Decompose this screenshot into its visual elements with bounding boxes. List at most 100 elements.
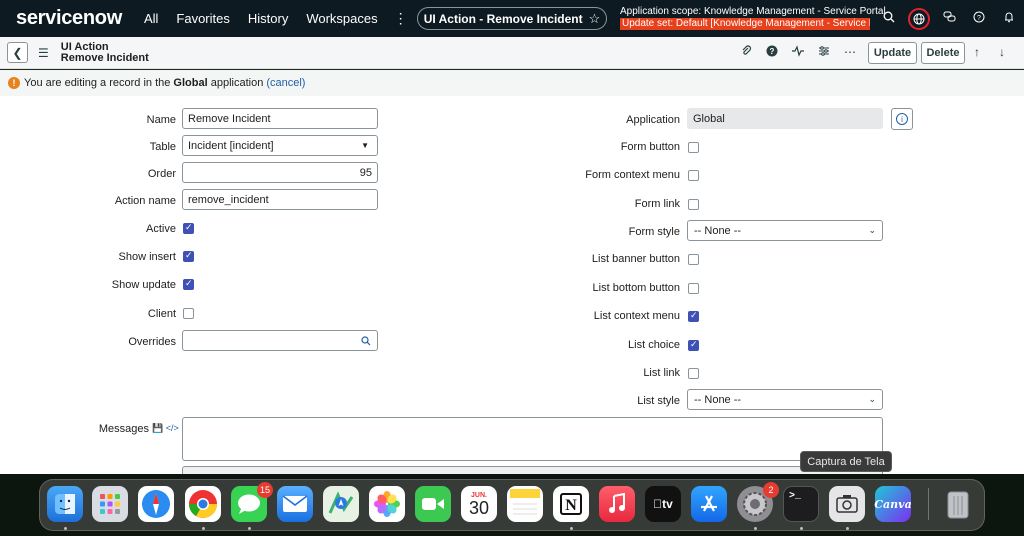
mail-icon[interactable] [277,486,313,522]
update-button[interactable]: Update [868,42,917,64]
settings-sliders-icon[interactable] [818,45,830,60]
messages-app-icon[interactable]: 15 [231,482,273,522]
form-button-checkbox[interactable] [688,142,699,153]
form-style-value: -- None -- [694,224,742,237]
nav-favorites[interactable]: Favorites [176,11,229,26]
table-label: Table [149,141,176,153]
chevron-left-icon: ❮ [12,45,23,60]
canva-icon[interactable]: Canva [874,486,912,522]
save-icon[interactable]: 💾 [152,423,163,433]
cancel-link[interactable]: (cancel) [266,77,305,89]
notes-icon[interactable] [507,486,543,522]
delete-button[interactable]: Delete [921,42,965,64]
nav-all[interactable]: All [144,11,158,26]
list-context-menu-label: List context menu [593,310,680,322]
trash-icon[interactable] [940,486,976,522]
overrides-field[interactable] [182,330,356,351]
system-settings-icon[interactable]: 2 [737,482,779,522]
name-field[interactable]: Remove Incident [182,108,378,129]
form-link-checkbox[interactable] [688,199,699,210]
maps-icon[interactable] [323,486,359,522]
application-label: Application [626,114,680,126]
logo-text: servicenow [16,7,122,29]
list-style-label: List style [637,395,680,407]
list-choice-checkbox[interactable] [688,339,699,351]
update-set-text: Update set: Default [Knowledge Managemen… [620,18,870,30]
svg-text:N: N [565,497,577,514]
settings-badge: 2 [763,482,779,498]
launchpad-icon[interactable] [92,486,128,522]
table-select[interactable]: Incident [incident] ▼ [182,135,378,156]
app-store-icon[interactable] [691,486,727,522]
form-title-record: Remove Incident [60,51,149,64]
facetime-icon[interactable] [415,486,451,522]
context-menu-icon[interactable]: ☰ [38,46,49,60]
globe-icon[interactable] [908,7,930,30]
list-bottom-button-checkbox[interactable] [688,283,699,294]
code-icon[interactable]: </> [166,423,179,433]
show-insert-label: Show insert [118,251,176,263]
next-field-partial[interactable] [182,466,883,474]
apple-tv-icon[interactable]: tv [645,486,681,522]
show-update-checkbox[interactable] [183,278,194,290]
messages-textarea[interactable] [182,417,883,461]
screenshot-icon[interactable] [829,486,865,522]
back-button[interactable]: ❮ [7,42,28,63]
more-menu-icon[interactable]: ⋮ [394,10,408,27]
list-style-value: -- None -- [694,393,742,406]
help-icon[interactable]: ? [964,11,994,26]
form-header: ❮ ☰ UI Action Remove Incident ? ⋯ Update… [0,37,1024,69]
bell-icon[interactable] [994,11,1024,26]
list-context-menu-checkbox[interactable] [688,310,699,322]
order-field[interactable]: 95 [182,162,378,183]
show-insert-checkbox[interactable] [183,250,194,262]
action-name-field[interactable]: remove_incident [182,189,378,210]
next-record-icon[interactable]: ↓ [999,45,1005,59]
svg-text:?: ? [977,15,981,22]
list-link-checkbox[interactable] [688,368,699,379]
header-icons: ? ⋯ [741,45,856,60]
message-tools: 💾 </> [152,423,179,434]
nav-workspaces[interactable]: Workspaces [306,11,377,26]
chrome-icon[interactable] [185,486,221,522]
activity-icon[interactable] [792,45,804,60]
active-checkbox[interactable] [183,222,194,234]
application-scope[interactable]: Application scope: Knowledge Management … [620,6,886,34]
form-style-select[interactable]: -- None -- ⌄ [687,220,883,241]
record-title-pill[interactable]: UI Action - Remove Incident ☆ [417,7,607,30]
list-choice-label: List choice [628,339,680,351]
more-options-icon[interactable]: ⋯ [844,45,856,60]
application-field: Global [687,108,883,129]
running-indicator [754,527,757,530]
photos-icon[interactable] [369,486,405,522]
client-checkbox[interactable] [183,308,194,319]
servicenow-logo[interactable]: servicenow [16,7,122,30]
finder-icon[interactable] [47,486,83,522]
list-style-select[interactable]: -- None -- ⌄ [687,389,883,410]
lookup-search-icon[interactable] [355,330,378,351]
info-icon: i [896,113,908,125]
banner-text: You are editing a record in the Global a… [24,77,263,89]
star-icon[interactable]: ☆ [589,11,601,27]
music-icon[interactable] [599,486,635,522]
calendar-icon[interactable]: JUN. 30 [461,486,497,522]
form-body: Name Remove Incident Table Incident [inc… [0,96,1024,474]
attachment-icon[interactable] [741,45,752,60]
nav-history[interactable]: History [248,11,288,26]
overrides-label: Overrides [128,336,176,348]
search-icon[interactable] [874,11,904,26]
notion-icon[interactable]: N [553,486,589,522]
previous-record-icon[interactable]: ↑ [974,45,980,59]
info-button[interactable]: i [891,108,913,130]
list-banner-button-checkbox[interactable] [688,254,699,265]
form-context-menu-label: Form context menu [585,169,680,181]
help-circle-icon[interactable]: ? [766,45,778,60]
messages-badge: 15 [256,482,273,498]
safari-icon[interactable] [138,486,174,522]
form-context-menu-checkbox[interactable] [688,170,699,181]
caret-down-icon: ▼ [361,141,369,150]
terminal-icon[interactable]: >_ [783,486,819,522]
chat-icon[interactable] [934,11,964,26]
chevron-down-icon: ⌄ [868,394,876,404]
tv-label: tv [657,497,673,511]
